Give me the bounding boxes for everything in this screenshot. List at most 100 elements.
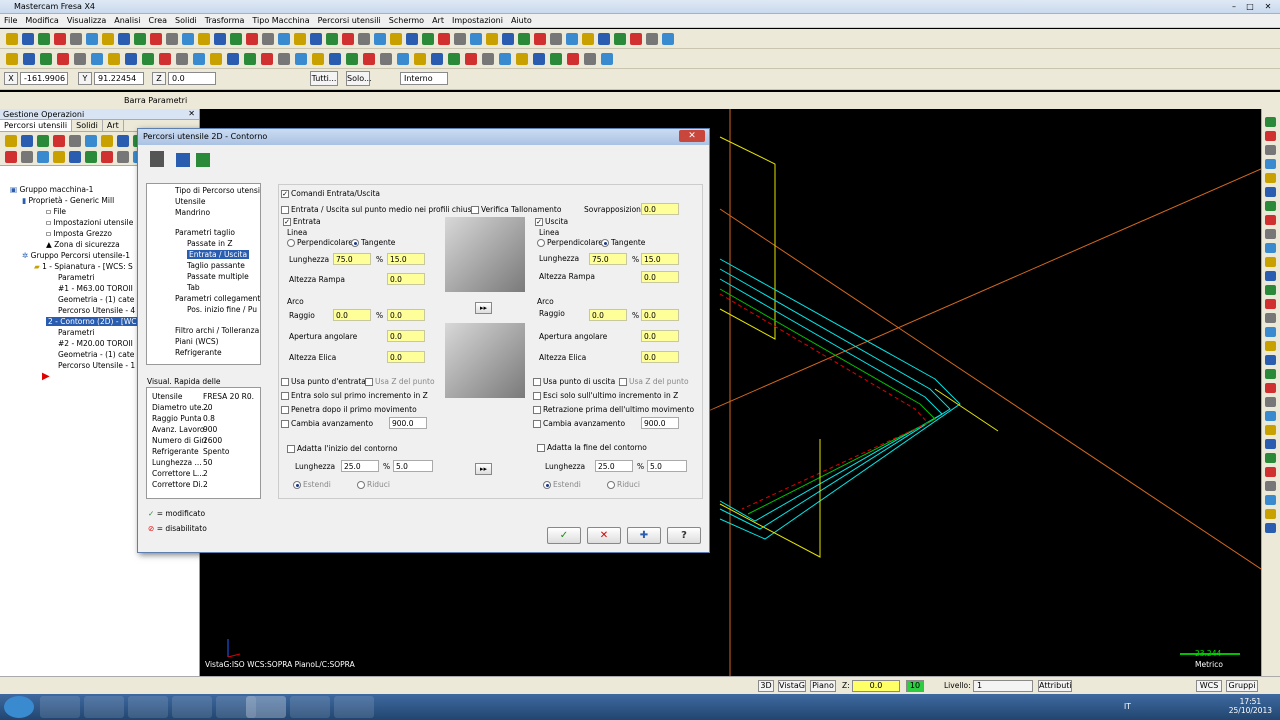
menu-modifica[interactable]: Modifica xyxy=(21,14,62,27)
entrata-perp-radio[interactable]: Perpendicolare xyxy=(287,238,353,247)
save-icon[interactable] xyxy=(176,153,190,167)
z-coordinate-input[interactable]: 0.0 xyxy=(168,72,216,85)
tool-icon[interactable] xyxy=(150,151,164,167)
language-indicator[interactable]: IT xyxy=(1124,702,1131,711)
entrata-apertura-input[interactable]: 0.0 xyxy=(387,330,425,342)
taskbar-ie-icon[interactable] xyxy=(40,696,80,718)
entrata-elica-input[interactable]: 0.0 xyxy=(387,351,425,363)
attributi-button[interactable]: Attributi xyxy=(1038,680,1072,692)
toolbar-button-icon[interactable] xyxy=(295,53,307,65)
operations-tool-icon[interactable] xyxy=(101,151,113,163)
right-toolbar-icon[interactable] xyxy=(1265,285,1276,295)
toolbar-button-icon[interactable] xyxy=(390,33,402,45)
z-status-input[interactable]: 0.0 xyxy=(852,680,900,692)
right-toolbar-icon[interactable] xyxy=(1265,173,1276,183)
operations-tool-icon[interactable] xyxy=(21,135,33,147)
dialog-close-button[interactable]: ✕ xyxy=(679,130,705,142)
right-toolbar-icon[interactable] xyxy=(1265,257,1276,267)
uscita-len-pct-input[interactable]: 75.0 xyxy=(589,253,627,265)
3d-button[interactable]: 3D xyxy=(758,680,774,692)
menu-crea[interactable]: Crea xyxy=(145,14,172,27)
uscita-elica-input[interactable]: 0.0 xyxy=(641,351,679,363)
tree-item[interactable]: Parametri xyxy=(58,273,95,283)
toolbar-button-icon[interactable] xyxy=(193,53,205,65)
toolbar-button-icon[interactable] xyxy=(294,33,306,45)
toolbar-button-icon[interactable] xyxy=(598,33,610,45)
toolbar-button-icon[interactable] xyxy=(312,53,324,65)
help-button[interactable]: ? xyxy=(667,527,701,544)
tree-item[interactable]: Passate in Z xyxy=(187,239,233,249)
tree-item[interactable]: ▣ Gruppo macchina-1 xyxy=(10,185,93,195)
verifica-checkbox[interactable]: Verifica Tallonamento xyxy=(471,205,561,214)
operations-tool-icon[interactable] xyxy=(85,151,97,163)
toolbar-button-icon[interactable] xyxy=(397,53,409,65)
tree-item[interactable]: #2 - M20.00 TOROII xyxy=(58,339,133,349)
right-toolbar-icon[interactable] xyxy=(1265,425,1276,435)
toolbar-button-icon[interactable] xyxy=(584,53,596,65)
right-toolbar-icon[interactable] xyxy=(1265,201,1276,211)
toolbar-button-icon[interactable] xyxy=(150,33,162,45)
menu-trasforma[interactable]: Trasforma xyxy=(201,14,249,27)
toolbar-button-icon[interactable] xyxy=(431,53,443,65)
toolbar-button-icon[interactable] xyxy=(601,53,613,65)
toolbar-button-icon[interactable] xyxy=(246,33,258,45)
toolbar-button-icon[interactable] xyxy=(6,53,18,65)
toolbar-button-icon[interactable] xyxy=(342,33,354,45)
tree-item[interactable]: Passate multiple xyxy=(187,272,249,282)
right-toolbar-icon[interactable] xyxy=(1265,467,1276,477)
right-toolbar-icon[interactable] xyxy=(1265,509,1276,519)
toolbar-button-icon[interactable] xyxy=(482,53,494,65)
toolbar-button-icon[interactable] xyxy=(102,33,114,45)
operations-tool-icon[interactable] xyxy=(5,151,17,163)
toolbar-button-icon[interactable] xyxy=(74,53,86,65)
right-toolbar-icon[interactable] xyxy=(1265,215,1276,225)
toolbar-button-icon[interactable] xyxy=(278,33,290,45)
toolbar-button-icon[interactable] xyxy=(23,53,35,65)
toolbar-button-icon[interactable] xyxy=(534,33,546,45)
operations-tool-icon[interactable] xyxy=(5,135,17,147)
toolbar-button-icon[interactable] xyxy=(22,33,34,45)
taskbar-chrome-icon[interactable] xyxy=(172,696,212,718)
right-toolbar-icon[interactable] xyxy=(1265,411,1276,421)
operations-tool-icon[interactable] xyxy=(117,135,129,147)
mode-select[interactable]: Interno xyxy=(400,72,448,85)
tree-item[interactable]: Geometria - (1) cate xyxy=(58,295,134,305)
tree-item-selected[interactable]: Entrata / Uscita xyxy=(187,250,250,260)
right-toolbar-icon[interactable] xyxy=(1265,369,1276,379)
save-db-icon[interactable] xyxy=(196,153,210,167)
usa-z-uscita-checkbox[interactable]: Usa Z del punto xyxy=(619,377,689,386)
tree-item[interactable]: ▰ 1 - Spianatura - [WCS: S xyxy=(34,262,133,272)
operations-tool-icon[interactable] xyxy=(85,135,97,147)
menu-impostazioni[interactable]: Impostazioni xyxy=(448,14,507,27)
toolbar-button-icon[interactable] xyxy=(6,33,18,45)
tree-item[interactable]: Mandrino xyxy=(175,208,210,218)
menu-visualizza[interactable]: Visualizza xyxy=(63,14,110,27)
toolbar-button-icon[interactable] xyxy=(230,33,242,45)
right-toolbar-icon[interactable] xyxy=(1265,439,1276,449)
menu-file[interactable]: File xyxy=(0,14,21,27)
toolbar-button-icon[interactable] xyxy=(662,33,674,45)
tree-item[interactable]: ▮ Proprietà - Generic Mill xyxy=(22,196,114,206)
insert-arrow-icon[interactable]: ▶ xyxy=(42,372,50,382)
toolbar-button-icon[interactable] xyxy=(614,33,626,45)
tree-item[interactable]: Tab xyxy=(187,283,200,293)
close-button[interactable]: ✕ xyxy=(1262,1,1274,12)
toolbar-button-icon[interactable] xyxy=(566,33,578,45)
tree-item[interactable]: Geometria - (1) cate xyxy=(58,350,134,360)
start-button[interactable] xyxy=(4,696,34,718)
copy-arrow-button[interactable]: ▸▸ xyxy=(475,302,492,314)
uscita-len-input[interactable]: 15.0 xyxy=(641,253,679,265)
toolbar-button-icon[interactable] xyxy=(465,53,477,65)
tree-item[interactable]: ▫ Impostazioni utensile xyxy=(46,218,133,228)
uscita-checkbox[interactable]: ✓ Uscita xyxy=(535,217,568,226)
right-toolbar-icon[interactable] xyxy=(1265,271,1276,281)
right-toolbar-icon[interactable] xyxy=(1265,299,1276,309)
toolbar-button-icon[interactable] xyxy=(550,33,562,45)
toolbar-button-icon[interactable] xyxy=(118,33,130,45)
toolbar-button-icon[interactable] xyxy=(86,33,98,45)
toolbar-button-icon[interactable] xyxy=(329,53,341,65)
comandi-checkbox[interactable]: ✓ Comandi Entrata/Uscita xyxy=(281,189,380,198)
apply-button[interactable]: ✚ xyxy=(627,527,661,544)
clock[interactable]: 17:51 25/10/2013 xyxy=(1229,697,1272,715)
toolbar-button-icon[interactable] xyxy=(210,53,222,65)
